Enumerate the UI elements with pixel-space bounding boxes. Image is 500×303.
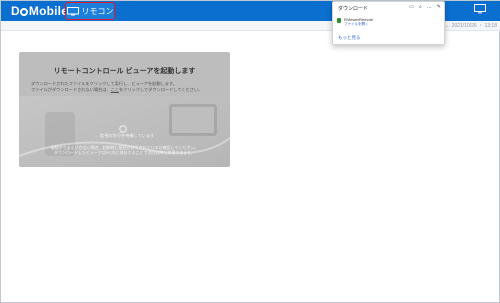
downloads-panel: ダウンロード ▭ ⌕ … ✎ RViewerRemote ファイルを開く もっと… (332, 1, 445, 45)
search-icon[interactable]: ⌕ (419, 4, 422, 10)
brand-left: D (11, 4, 20, 18)
connection-status: … 監視の許可を待機しています (94, 133, 155, 138)
fallback-suffix: をクリックしてダウンロードしてください。 (118, 87, 203, 92)
session-info: … 2021/10/26 ・ 13:18 (445, 23, 497, 29)
pin-icon[interactable]: ✎ (437, 4, 441, 10)
file-icon (337, 18, 341, 23)
downloads-title: ダウンロード (338, 6, 369, 12)
help-note-2: ダウンロードしたビューアはPC内に保存することで次回以降も利用できます。 (54, 150, 195, 155)
viewer-launch-card: リモートコントロール ビューアを起動します ダウンロードされたファイルをクリック… (19, 52, 230, 167)
brand-ring-icon (19, 8, 28, 16)
app-window: D Mobile リモコン … 2021/10/26 ・ 13:18 リモートコ… (0, 0, 500, 303)
see-more-link[interactable]: もっと見る (338, 35, 361, 41)
monitor-icon (66, 6, 79, 15)
folder-icon[interactable]: ▭ (409, 4, 414, 10)
download-item[interactable]: RViewerRemote ファイルを開く (337, 17, 373, 26)
fallback-prefix: ファイルがダウンロードされない場合は、 (31, 87, 111, 92)
open-file-link[interactable]: ファイルを開く (344, 22, 373, 26)
screen-icon[interactable] (474, 4, 486, 14)
devices-illustration (19, 96, 230, 167)
more-icon[interactable]: … (427, 4, 432, 10)
remote-control-label: リモコン (81, 6, 114, 16)
brand-logo[interactable]: D Mobile (11, 4, 68, 18)
card-title: リモートコントロール ビューアを起動します (53, 68, 196, 75)
download-here-link[interactable]: ここ (111, 87, 119, 92)
brand-right: Mobile (28, 4, 69, 18)
downloads-toolbar: ▭ ⌕ … ✎ (409, 4, 441, 10)
card-fallback-instruction: ファイルがダウンロードされない場合は、ここをクリックしてダウンロードしてください… (31, 87, 202, 93)
remote-control-button[interactable]: リモコン (65, 2, 115, 20)
